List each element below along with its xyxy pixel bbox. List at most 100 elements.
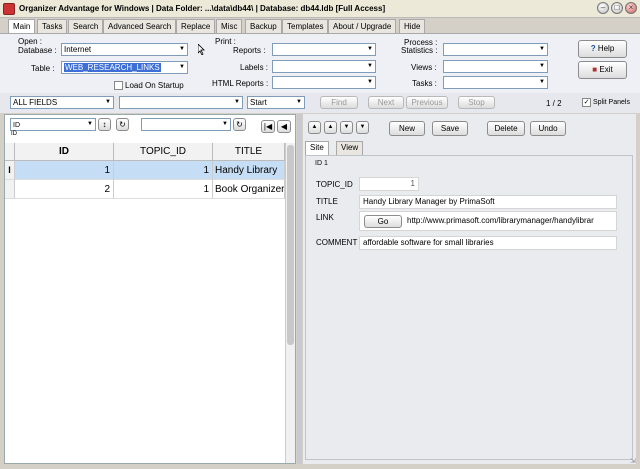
close-button[interactable]: × [625, 2, 637, 14]
move-down-button[interactable]: ▼ [340, 121, 353, 134]
new-button[interactable]: New [389, 121, 425, 136]
chevron-down-icon: ▼ [294, 97, 304, 108]
tab-advanced-search[interactable]: Advanced Search [103, 19, 177, 34]
scrollbar-thumb[interactable] [287, 145, 294, 345]
html-reports-label: HTML Reports : [212, 79, 269, 88]
statistics-label: Statistics : [401, 46, 438, 55]
site-tab-content: ID 1 TOPIC_ID 1 TITLE Handy Library Mana… [305, 155, 633, 460]
reports-label: Reports : [233, 46, 266, 55]
print-group-label: Print : [215, 37, 236, 46]
filter-select[interactable]: ▼ [141, 118, 231, 131]
delete-button[interactable]: Delete [487, 121, 525, 136]
help-button-label: Help [597, 44, 615, 53]
chevron-down-icon: ▼ [537, 77, 547, 88]
views-select[interactable]: ▼ [443, 60, 548, 73]
tab-hide[interactable]: Hide [399, 19, 426, 34]
tab-misc[interactable]: Misc [216, 19, 243, 34]
tab-templates[interactable]: Templates [282, 19, 329, 34]
topic-id-field[interactable]: 1 [359, 177, 419, 191]
chevron-down-icon: ▼ [220, 119, 230, 130]
find-button[interactable]: Find [320, 96, 358, 109]
move-bottom-button[interactable]: ▼ [356, 121, 369, 134]
refresh-icon: ↻ [119, 120, 126, 129]
tab-site[interactable]: Site [305, 141, 329, 155]
search-field-select[interactable]: ALL FIELDS ▼ [10, 96, 114, 109]
chevron-down-icon: ▼ [365, 61, 375, 72]
move-up-button[interactable]: ▲ [324, 121, 337, 134]
go-button[interactable]: Go [364, 215, 402, 228]
previous-button[interactable]: Previous [406, 96, 448, 109]
tab-replace[interactable]: Replace [176, 19, 216, 34]
save-button[interactable]: Save [432, 121, 468, 136]
search-input[interactable]: ▼ [119, 96, 243, 109]
column-header-id[interactable]: ID [15, 143, 114, 161]
search-mode-value: Start [250, 98, 267, 107]
tasks-select[interactable]: ▼ [443, 76, 548, 89]
tab-about-upgrade[interactable]: About / Upgrade [328, 19, 397, 34]
load-on-startup-label: Load On Startup [125, 81, 184, 90]
help-button[interactable]: ? Help [578, 40, 627, 58]
table-row[interactable]: I 1 1 Handy Library [5, 161, 285, 180]
exit-icon: ■ [592, 65, 598, 74]
labels-select[interactable]: ▼ [272, 60, 376, 73]
first-record-button[interactable]: |◀ [261, 120, 275, 133]
link-field[interactable]: http://www.primasoft.com/librarymanager/… [407, 216, 615, 225]
chevron-down-icon: ▼ [365, 77, 375, 88]
cursor-icon [197, 43, 206, 57]
cell-topic-id: 1 [114, 180, 213, 199]
main-panel: Open : Database : Internet ▼ Table : WEB_… [0, 33, 640, 93]
search-mode-select[interactable]: Start ▼ [247, 96, 305, 109]
cell-topic-id: 1 [114, 161, 213, 180]
table-select[interactable]: WEB_RESEARCH_LINKS ▼ [61, 61, 188, 74]
html-reports-select[interactable]: ▼ [272, 76, 376, 89]
exit-button[interactable]: ■ Exit [578, 61, 627, 79]
refresh-button[interactable]: ↻ [116, 118, 129, 131]
views-label: Views : [411, 63, 437, 72]
title-bar: Organizer Advantage for Windows | Data F… [0, 0, 640, 18]
database-select[interactable]: Internet ▼ [61, 43, 188, 56]
statistics-select[interactable]: ▼ [443, 43, 548, 56]
tab-view[interactable]: View [336, 141, 364, 155]
tab-backup[interactable]: Backup [245, 19, 282, 34]
sort-direction-button[interactable]: ↕ [98, 118, 111, 131]
first-icon: |◀ [263, 122, 273, 131]
stop-button[interactable]: Stop [458, 96, 495, 109]
minimize-button[interactable]: – [597, 2, 609, 14]
reports-select[interactable]: ▼ [272, 43, 376, 56]
sort-sub-label: ID [11, 131, 17, 137]
column-header-topic-id[interactable]: TOPIC_ID [114, 143, 213, 161]
column-header-title[interactable]: TITLE [213, 143, 285, 161]
window-title: Organizer Advantage for Windows | Data F… [19, 4, 386, 13]
cell-id: 2 [15, 180, 114, 199]
next-button[interactable]: Next [368, 96, 404, 109]
sort-field-value: ID [13, 122, 20, 129]
move-top-button[interactable]: ▲ [308, 121, 321, 134]
comment-field[interactable]: affordable software for small libraries [359, 236, 617, 250]
panel-splitter[interactable] [297, 114, 302, 464]
split-panels-checkbox[interactable]: ✓ [582, 98, 591, 107]
prev-record-button[interactable]: ◀ [277, 120, 291, 133]
tab-search[interactable]: Search [68, 19, 104, 34]
maximize-button[interactable]: □ [611, 2, 623, 14]
refresh-icon: ↻ [236, 120, 243, 129]
labels-label: Labels : [240, 63, 269, 72]
title-field[interactable]: Handy Library Manager by PrimaSoft [359, 195, 617, 209]
comment-label: COMMENT [316, 238, 358, 247]
chevron-down-icon: ▼ [103, 97, 113, 108]
vertical-scrollbar[interactable] [285, 143, 295, 463]
chevron-down-icon: ▼ [177, 44, 187, 55]
database-value: Internet [64, 45, 92, 54]
tab-tasks[interactable]: Tasks [37, 19, 68, 34]
sort-field-select[interactable]: ID ▼ [10, 118, 96, 131]
resize-grip-icon[interactable]: ⇲ [630, 458, 638, 466]
move-down-icon: ▼ [343, 124, 350, 130]
load-on-startup-checkbox[interactable] [114, 81, 123, 90]
table-row[interactable]: 2 1 Book Organizer [5, 180, 285, 199]
record-id-label: ID 1 [315, 160, 328, 167]
chevron-down-icon: ▼ [365, 44, 375, 55]
undo-button[interactable]: Undo [530, 121, 566, 136]
table-value: WEB_RESEARCH_LINKS [64, 63, 161, 72]
open-group-label: Open : [18, 37, 43, 46]
chevron-down-icon: ▼ [537, 61, 547, 72]
filter-refresh-button[interactable]: ↻ [233, 118, 246, 131]
